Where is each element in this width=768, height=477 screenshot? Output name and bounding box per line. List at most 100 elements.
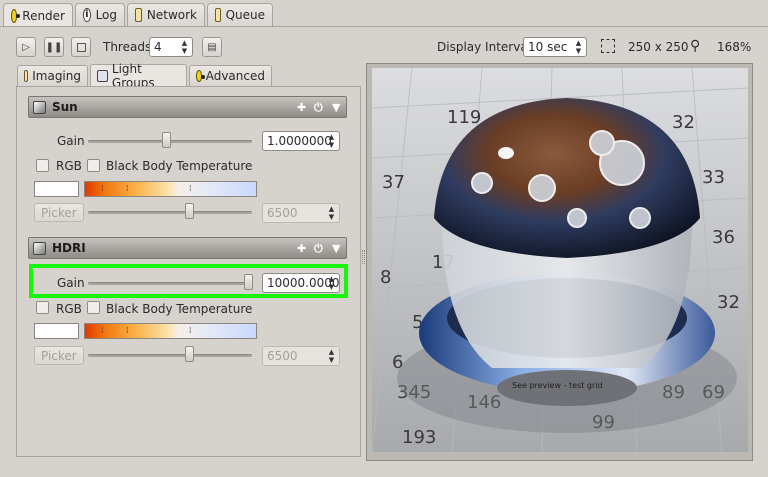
resolution-text: 250 x 250 [628,40,689,54]
picker-button[interactable]: Picker [34,346,84,365]
tab-advanced[interactable]: Advanced [189,65,272,86]
render-floor-number: 32 [672,112,695,133]
chevron-down-icon[interactable]: ▼ [332,242,340,255]
tab-network-label: Network [146,8,197,22]
render-floor-number: 193 [402,427,436,448]
black-body-label: Black Body Temperature [106,302,253,316]
spin-arrows-icon[interactable]: ▲ ▼ [573,39,584,55]
spin-arrows-icon[interactable]: ▲ ▼ [326,133,337,149]
color-swatch[interactable] [34,323,79,339]
power-icon[interactable]: ⏻ [314,242,323,256]
cube-icon [33,241,46,255]
add-icon[interactable]: ✚ [297,101,306,114]
temperature-slider-handle[interactable] [185,203,195,219]
black-body-label: Black Body Temperature [106,159,253,173]
threads-value: 4 [154,40,162,54]
tabs-divider [0,26,768,27]
threads-spinbox[interactable]: 4 ▲ ▼ [149,37,193,57]
render-floor-number: 32 [717,292,740,313]
pause-button[interactable]: ❚❚ [44,37,64,57]
color-swatch[interactable] [34,181,79,197]
picker-button[interactable]: Picker [34,203,84,222]
stop-button[interactable] [71,37,91,57]
tab-render-label: Render [22,8,65,23]
cube-icon [33,100,46,114]
picker-label: Picker [41,205,77,220]
display-interval-spinbox[interactable]: 10 sec ▲ ▼ [523,37,587,57]
temperature-gradient-bar: ¦ ¦ ¦ [84,181,257,197]
temperature-slider-handle[interactable] [185,346,195,362]
gain-label: Gain [57,276,85,290]
tab-advanced-label: Advanced [205,69,265,83]
gain-spinbox[interactable]: 10000.0000 ▲ ▼ [262,273,340,293]
tab-log[interactable]: i Log [75,3,125,26]
spin-arrows-icon[interactable]: ▲ ▼ [326,205,337,221]
tab-render[interactable]: Render [3,3,73,27]
resize-icon[interactable] [601,39,615,53]
group-header-sun[interactable]: Sun ✚ ⏻ ▼ [28,96,347,118]
temperature-spinbox[interactable]: 6500 ▲ ▼ [262,346,340,366]
network-icon [135,8,142,22]
threads-label: Threads: [103,40,156,54]
gain-spinbox[interactable]: 1.0000000 ▲ ▼ [262,131,340,151]
add-icon[interactable]: ✚ [297,242,306,255]
gain-slider-handle[interactable] [244,274,254,290]
picker-label: Picker [41,348,77,363]
power-icon[interactable]: ⏻ [314,101,323,115]
stop-icon [76,42,86,52]
zoom-text: 168% [717,40,752,54]
render-floor-number: 36 [712,227,735,248]
rgb-label: RGB [56,302,82,316]
spin-arrows-icon[interactable]: ▲ ▼ [179,39,190,55]
temperature-marker: ¦ [126,326,129,334]
rgb-checkbox[interactable] [36,159,49,172]
splitter-handle[interactable] [362,250,365,264]
spin-arrows-icon[interactable]: ▲ ▼ [326,275,337,291]
tab-light-groups[interactable]: Light Groups [90,62,187,90]
chevron-down-icon[interactable]: ▼ [332,101,340,114]
temperature-marker: ¦ [126,184,129,192]
play-button[interactable]: ▷ [16,37,36,57]
render-scene: 3786119323336328999531734514669193 See p… [372,68,748,452]
tab-queue[interactable]: Queue [207,3,273,26]
gain-slider-track[interactable] [88,282,252,285]
temperature-slider-track[interactable] [88,211,252,214]
zoom-icon[interactable]: ⚲ [690,38,700,54]
tab-imaging-label: Imaging [32,69,81,83]
clipboard-icon: ▤ [207,41,217,53]
tab-network[interactable]: Network [127,3,205,26]
temperature-marker: ¦ [189,326,192,334]
temperature-value: 6500 [267,206,298,220]
display-interval-label: Display Interval: [437,40,536,54]
tab-log-label: Log [95,8,117,22]
black-body-checkbox[interactable] [87,301,100,314]
temperature-slider-track[interactable] [88,354,252,357]
group-name-hdri: HDRI [52,241,86,255]
queue-icon [215,8,221,22]
temperature-spinbox[interactable]: 6500 ▲ ▼ [262,203,340,223]
temperature-marker: ¦ [101,184,104,192]
play-icon: ▷ [22,41,30,53]
rgb-checkbox[interactable] [36,301,49,314]
imaging-icon [24,70,29,82]
spin-arrows-icon[interactable]: ▲ ▼ [326,348,337,364]
render-floor-number: 119 [447,107,481,128]
render-floor-number: 8 [380,267,391,288]
radiation-icon [11,8,21,23]
info-icon: i [83,8,91,22]
group-header-hdri[interactable]: HDRI ✚ ⏻ ▼ [28,237,347,259]
render-floor-number: 37 [382,172,405,193]
gain-value: 1.0000000 [267,134,332,148]
temperature-marker: ¦ [101,326,104,334]
render-preview-image[interactable]: 3786119323336328999531734514669193 See p… [372,68,748,452]
tab-imaging[interactable]: Imaging [17,65,88,86]
radiation-icon [196,70,205,82]
rgb-label: RGB [56,159,82,173]
gain-slider-handle[interactable] [162,132,172,148]
render-floor-number: 33 [702,167,725,188]
pause-icon: ❚❚ [45,41,63,53]
cube-icon [97,69,108,82]
tab-queue-label: Queue [225,8,265,22]
black-body-checkbox[interactable] [87,159,100,172]
copy-button[interactable]: ▤ [202,37,222,57]
